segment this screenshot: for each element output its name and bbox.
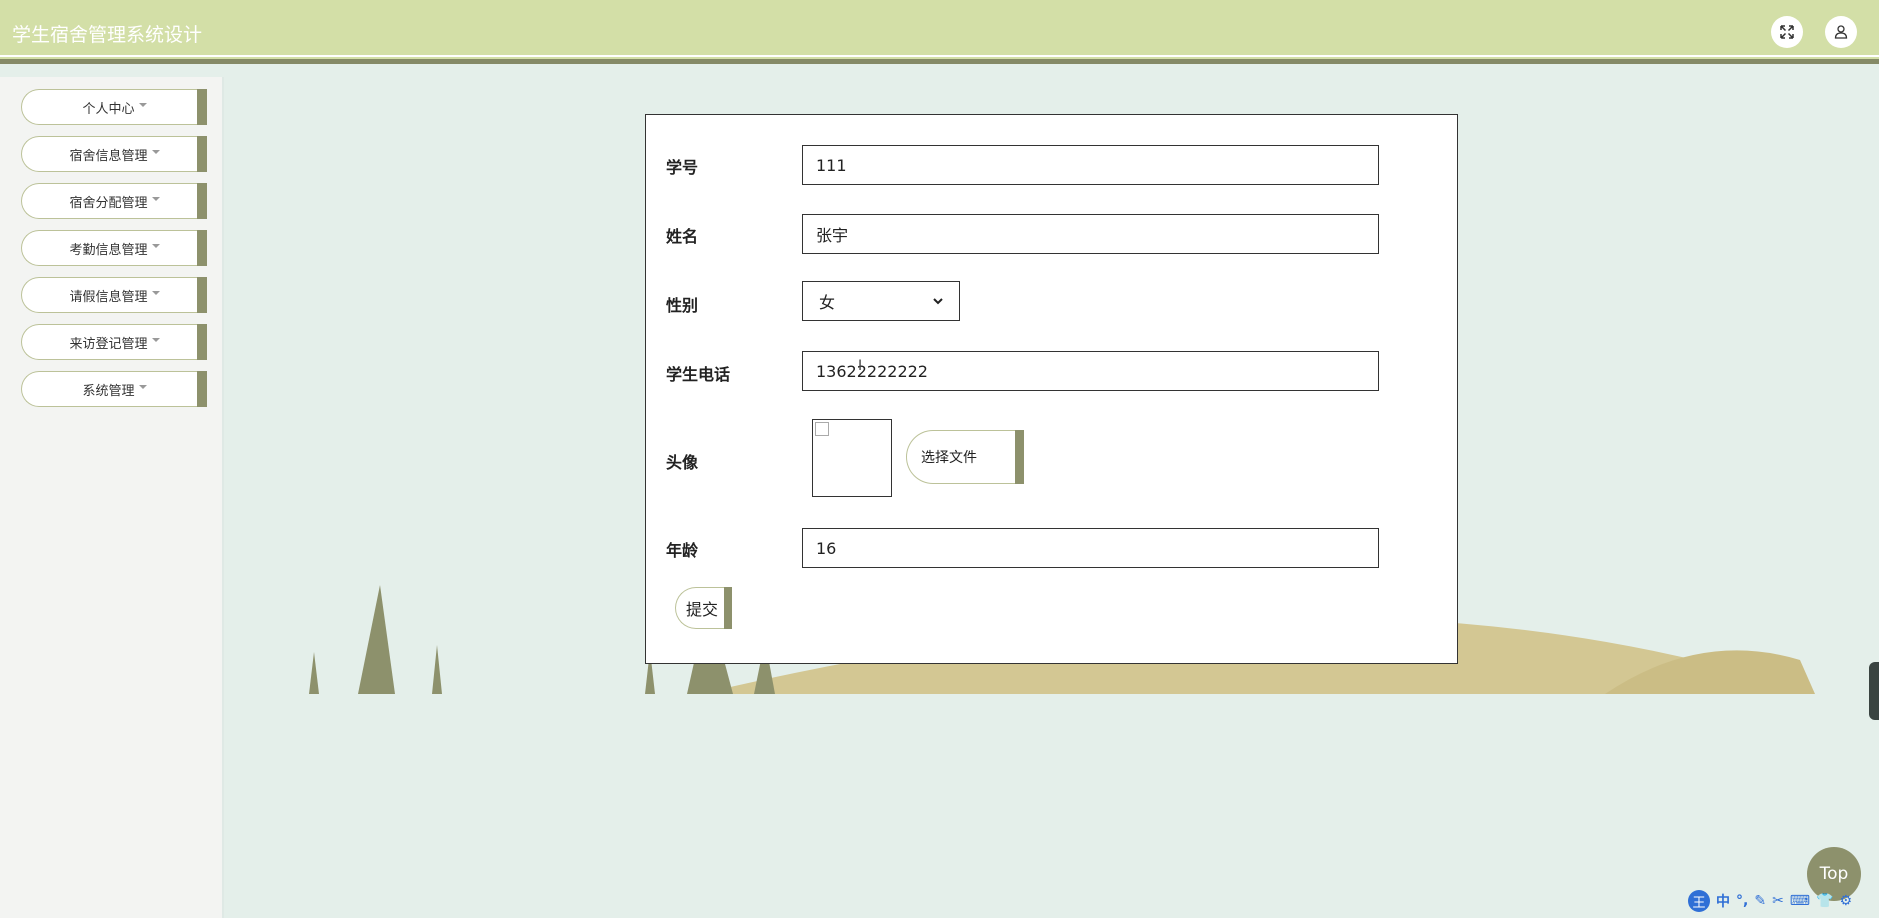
sidebar-item-personal-center[interactable]: 个人中心 (21, 89, 207, 125)
text-cursor-icon: I (858, 358, 863, 374)
shirt-icon[interactable]: 👕 (1816, 893, 1833, 909)
pen-icon[interactable]: ✎ (1754, 893, 1766, 909)
sidebar-item-label: 宿舍信息管理 (69, 148, 148, 164)
broken-image-icon (815, 422, 829, 436)
name-label: 姓名 (666, 227, 699, 246)
floating-side-tab[interactable] (1869, 662, 1879, 720)
sidebar-item-dorm-info[interactable]: 宿舍信息管理 (21, 136, 207, 172)
avatar-label: 头像 (666, 453, 699, 472)
student-form: 学号 111 姓名 张宇 性别 女 学生电话 13622222222 头像 选择… (645, 114, 1458, 664)
sidebar-item-label: 请假信息管理 (69, 289, 148, 305)
caret-down-icon (138, 103, 147, 107)
gender-label: 性别 (666, 296, 699, 315)
sidebar: 个人中心 宿舍信息管理 宿舍分配管理 考勤信息管理 请假信息管理 来访登记管理 … (0, 77, 224, 918)
expand-icon (1780, 25, 1794, 39)
fullscreen-button[interactable] (1771, 16, 1803, 48)
avatar-preview (812, 419, 892, 497)
settings-icon[interactable]: ⚙ (1839, 893, 1852, 909)
choose-file-button[interactable]: 选择文件 (906, 430, 1024, 484)
sidebar-item-system[interactable]: 系统管理 (21, 371, 207, 407)
caret-down-icon (151, 244, 160, 248)
student-id-label: 学号 (666, 158, 699, 177)
sidebar-item-leave[interactable]: 请假信息管理 (21, 277, 207, 313)
sidebar-item-attendance[interactable]: 考勤信息管理 (21, 230, 207, 266)
sidebar-item-visitor[interactable]: 来访登记管理 (21, 324, 207, 360)
name-input[interactable]: 张宇 (802, 214, 1379, 254)
caret-down-icon (151, 291, 160, 295)
ime-toolbar: 王 中 °, ✎ ✂ ⌨ 👕 ⚙ (1688, 890, 1852, 912)
submit-button[interactable]: 提交 (675, 587, 732, 629)
caret-down-icon (138, 385, 147, 389)
age-label: 年龄 (666, 541, 699, 560)
ime-mode-toggle[interactable]: 中 (1716, 891, 1730, 911)
ime-logo-icon[interactable]: 王 (1688, 890, 1710, 912)
sidebar-item-label: 个人中心 (82, 101, 135, 117)
caret-down-icon (151, 197, 160, 201)
keyboard-icon[interactable]: ⌨ (1790, 893, 1810, 909)
app-title: 学生宿舍管理系统设计 (12, 24, 203, 46)
gender-select[interactable]: 女 (802, 281, 960, 321)
gender-select-value: 女 (819, 293, 836, 312)
sidebar-item-label: 宿舍分配管理 (69, 195, 148, 211)
top-header: 学生宿舍管理系统设计 (0, 0, 1879, 64)
caret-down-icon (151, 338, 160, 342)
user-icon (1834, 25, 1848, 39)
caret-down-icon (151, 150, 160, 154)
punctuation-icon[interactable]: °, (1736, 893, 1748, 909)
sidebar-item-label: 考勤信息管理 (69, 242, 148, 258)
sidebar-item-label: 来访登记管理 (69, 336, 148, 352)
scissors-icon[interactable]: ✂ (1772, 893, 1784, 909)
user-button[interactable] (1825, 16, 1857, 48)
header-divider (0, 55, 1879, 57)
chevron-down-icon (933, 298, 943, 305)
sidebar-item-dorm-allocation[interactable]: 宿舍分配管理 (21, 183, 207, 219)
sidebar-item-label: 系统管理 (82, 383, 135, 399)
age-input[interactable]: 16 (802, 528, 1379, 568)
phone-input[interactable]: 13622222222 (802, 351, 1379, 391)
student-id-input[interactable]: 111 (802, 145, 1379, 185)
phone-label: 学生电话 (666, 365, 731, 384)
